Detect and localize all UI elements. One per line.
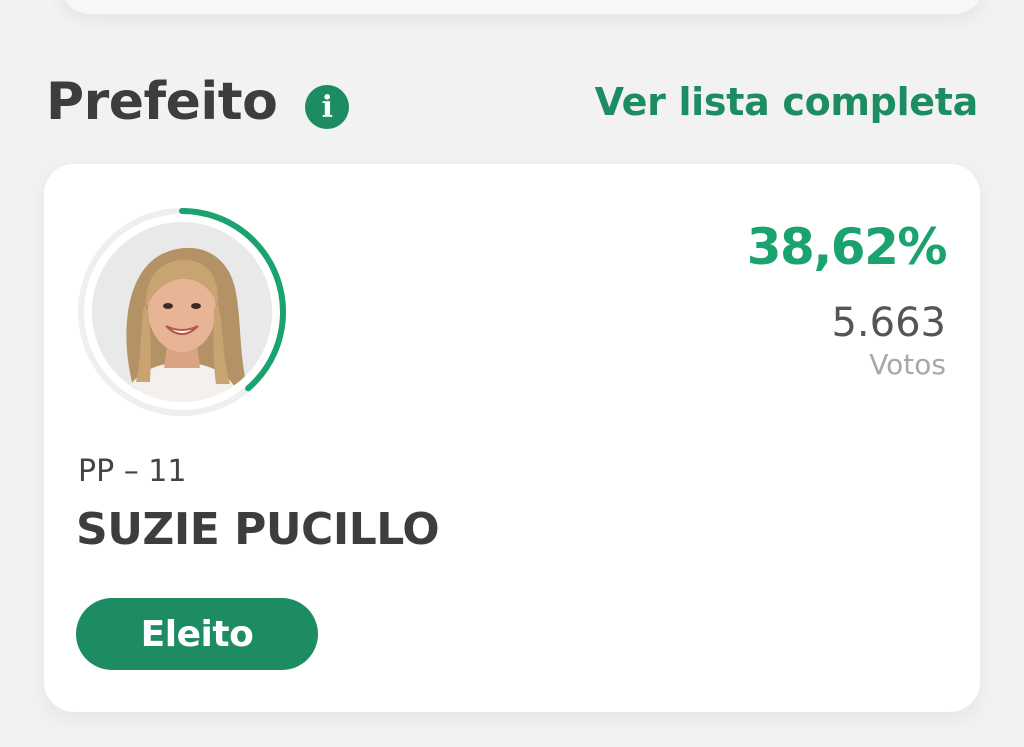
section-header: Prefeito i Ver lista completa [46,70,978,134]
candidate-card[interactable]: 38,62% 5.663 Votos PP – 11 SUZIE PUCILLO… [44,164,980,712]
vote-count: 5.663 [831,300,946,346]
candidate-photo [92,222,272,402]
candidate-name: SUZIE PUCILLO [76,504,440,555]
vote-percentage: 38,62% [746,218,948,276]
section-title: Prefeito [46,72,278,132]
see-full-list-link[interactable]: Ver lista completa [595,80,979,124]
vote-stats: 38,62% 5.663 Votos [746,218,948,381]
vote-count-label: Votos [869,348,946,381]
section-title-group: Prefeito i [46,72,350,132]
info-icon[interactable]: i [305,85,350,129]
status-badge: Eleito [76,598,318,670]
previous-card-edge [60,0,984,14]
party-number: PP – 11 [78,454,187,489]
avatar-progress [76,206,288,418]
